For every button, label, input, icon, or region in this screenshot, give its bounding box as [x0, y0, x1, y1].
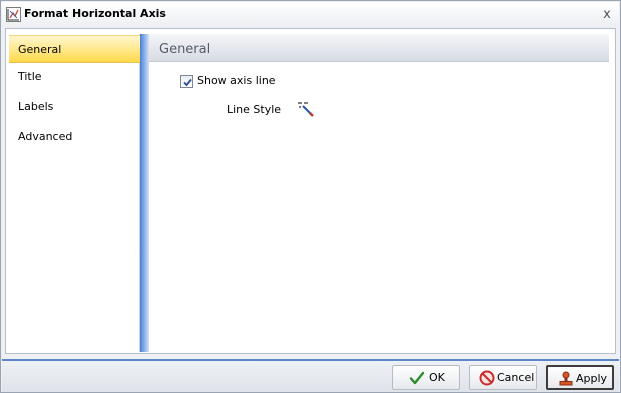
general-panel: General Show axis line Line Style: [149, 34, 610, 352]
show-axis-line-label[interactable]: Show axis line: [197, 74, 276, 87]
category-list: General Title Labels Advanced: [9, 34, 140, 352]
format-horizontal-axis-dialog: Format Horizontal Axis x General Title L…: [0, 0, 621, 393]
ok-label: OK: [429, 371, 445, 384]
nav-item-labels[interactable]: Labels: [9, 93, 140, 121]
checkmark-icon: [183, 78, 192, 87]
cancel-label: Cancel: [497, 371, 535, 384]
show-axis-line-checkbox[interactable]: [180, 75, 193, 88]
line-style-icon[interactable]: [297, 100, 315, 118]
apply-label: Apply: [576, 372, 608, 385]
panel-splitter[interactable]: [140, 34, 149, 352]
title-bar[interactable]: Format Horizontal Axis x: [2, 2, 619, 28]
apply-button[interactable]: Apply: [546, 365, 614, 390]
cancel-icon: [479, 370, 495, 389]
close-icon[interactable]: x: [600, 8, 614, 22]
section-title: General: [159, 42, 211, 57]
stamp-icon: [558, 371, 574, 390]
section-header: General: [149, 34, 609, 62]
chart-axis-icon: [6, 7, 21, 22]
window-title: Format Horizontal Axis: [24, 7, 166, 20]
nav-item-general[interactable]: General: [9, 35, 140, 63]
nav-item-advanced[interactable]: Advanced: [9, 123, 140, 151]
nav-item-title[interactable]: Title: [9, 63, 140, 91]
checkmark-icon: [409, 370, 425, 389]
ok-button[interactable]: OK: [392, 365, 460, 390]
line-style-label: Line Style: [227, 103, 282, 116]
cancel-button[interactable]: Cancel: [469, 365, 537, 390]
